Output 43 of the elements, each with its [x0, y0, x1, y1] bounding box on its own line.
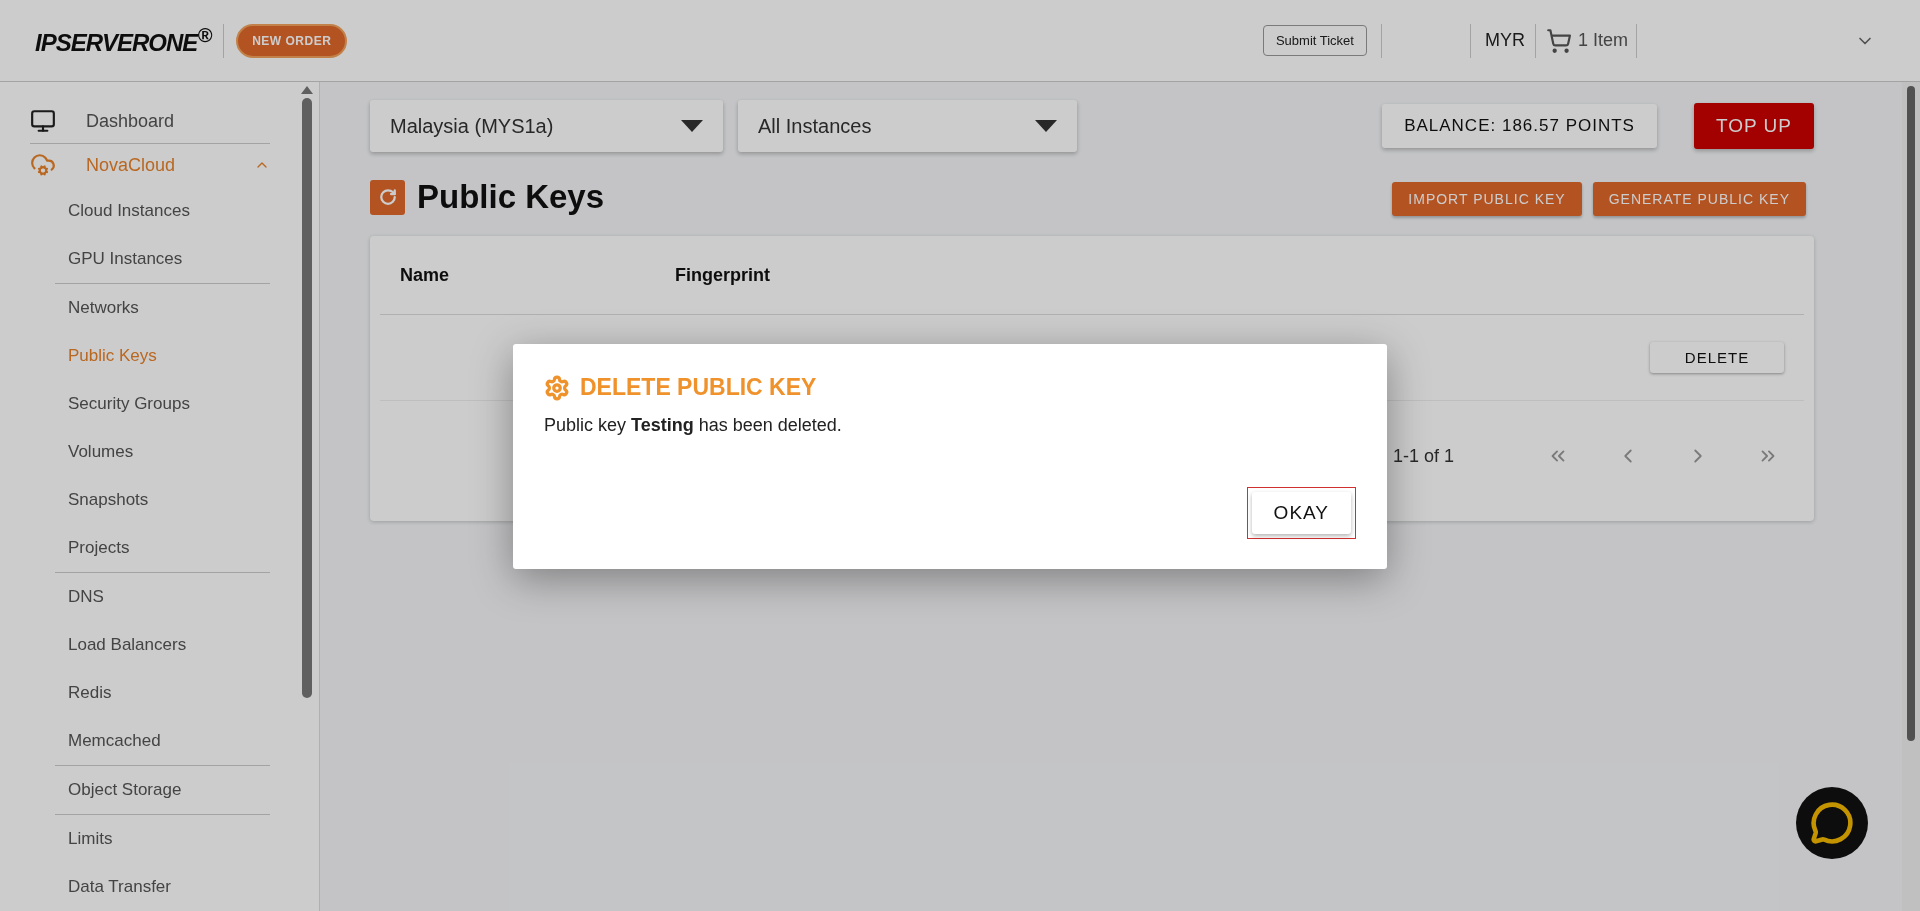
dropdown-caret-icon: [1035, 120, 1057, 132]
sidebar-link[interactable]: Load Balancers: [55, 621, 270, 669]
top-up-button[interactable]: TOP UP: [1693, 103, 1814, 149]
column-header: Fingerprint: [675, 264, 771, 286]
sidebar-link[interactable]: Snapshots: [55, 476, 270, 524]
sidebar-link[interactable]: Memcached: [55, 717, 270, 765]
cart-count[interactable]: 1 Item: [1577, 30, 1628, 51]
page-title: Public Keys: [417, 178, 605, 216]
sidebar-link[interactable]: Object Storage: [55, 766, 270, 814]
column-header: Name: [400, 264, 451, 286]
cart-icon[interactable]: [1545, 27, 1572, 54]
chat-icon: [1810, 801, 1854, 845]
dialog-title: DELETE PUBLIC KEY: [580, 374, 817, 401]
logo[interactable]: IPSERVERONE$^{®}$: [35, 24, 212, 57]
sidebar-link[interactable]: Volumes: [55, 428, 270, 476]
scrollbar-thumb[interactable]: [1907, 86, 1915, 741]
dropdown[interactable]: All Instances: [738, 100, 1077, 152]
sidebar-link[interactable]: Data Transfer: [55, 863, 270, 911]
balance-display: BALANCE: 186.57 POINTS: [1382, 104, 1657, 148]
sidebar-link[interactable]: Redis: [55, 669, 270, 717]
import-button[interactable]: IMPORT PUBLIC KEY: [1392, 182, 1582, 216]
scrollbar-thumb[interactable]: [302, 98, 312, 698]
sidebar-link[interactable]: GPU Instances: [55, 235, 270, 283]
sidebar-item[interactable]: Dashboard: [30, 100, 270, 144]
sidebar-link[interactable]: Networks: [55, 284, 270, 332]
sidebar-link[interactable]: Projects: [55, 524, 270, 572]
okay-button[interactable]: OKAY: [1251, 492, 1351, 534]
dropdown[interactable]: Malaysia (MYS1a): [370, 100, 723, 152]
cloud-icon: [30, 152, 56, 179]
delete-button[interactable]: DELETE: [1650, 342, 1784, 373]
sidebar-link[interactable]: Cloud Instances: [55, 187, 270, 235]
refresh-icon[interactable]: [370, 179, 405, 215]
sidebar-link[interactable]: DNS: [55, 573, 270, 621]
scroll-up-icon[interactable]: [301, 86, 313, 94]
dropdown-caret-icon: [681, 120, 703, 132]
sidebar-link[interactable]: Security Groups: [55, 380, 270, 428]
sidebar-link[interactable]: Limits: [55, 815, 270, 863]
currency-selector[interactable]: MYR: [1484, 30, 1525, 51]
submit-ticket-button[interactable]: Submit Ticket: [1262, 25, 1367, 56]
pagination-range: 1-1 of 1: [1392, 445, 1454, 467]
monitor-icon: [30, 108, 56, 135]
settings-icon: [544, 374, 570, 401]
dialog-message: Public key Testing has been deleted.: [544, 415, 843, 436]
